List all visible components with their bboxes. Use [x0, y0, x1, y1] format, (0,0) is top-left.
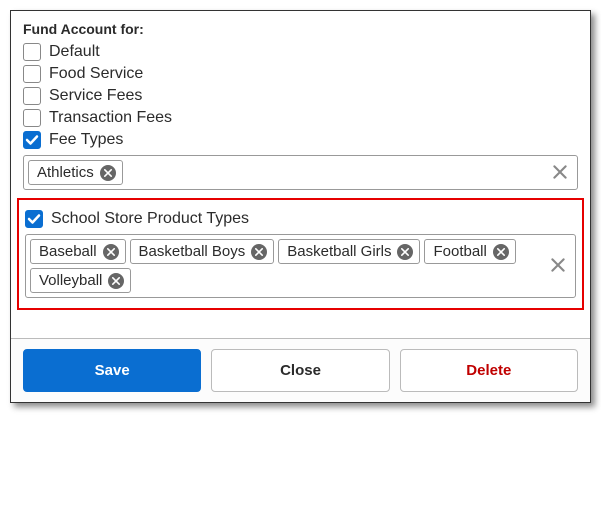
- clear-all-icon[interactable]: [549, 160, 571, 186]
- clear-all-icon[interactable]: [547, 253, 569, 279]
- check-row-service-fees: Service Fees: [23, 87, 578, 105]
- store-types-taginput[interactable]: Baseball Basketball Boys Basketball Girl…: [25, 234, 576, 298]
- tag: Basketball Boys: [130, 239, 275, 264]
- tag-remove-icon[interactable]: [251, 244, 267, 260]
- tag-remove-icon[interactable]: [108, 273, 124, 289]
- tag-label: Basketball Girls: [287, 243, 391, 260]
- tag-remove-icon[interactable]: [103, 244, 119, 260]
- save-button[interactable]: Save: [23, 349, 201, 392]
- checkbox-default-label: Default: [49, 43, 100, 61]
- checkbox-default[interactable]: [23, 43, 41, 61]
- check-row-transaction-fees: Transaction Fees: [23, 109, 578, 127]
- tag-remove-icon[interactable]: [100, 165, 116, 181]
- delete-button[interactable]: Delete: [400, 349, 578, 392]
- checkbox-fee-types-label: Fee Types: [49, 131, 123, 149]
- checkbox-transaction-fees-label: Transaction Fees: [49, 109, 172, 127]
- check-row-food-service: Food Service: [23, 65, 578, 83]
- tag-label: Athletics: [37, 164, 94, 181]
- check-row-default: Default: [23, 43, 578, 61]
- checkbox-fee-types[interactable]: [23, 131, 41, 149]
- tag: Athletics: [28, 160, 123, 185]
- section-header: Fund Account for:: [23, 21, 578, 37]
- tag: Baseball: [30, 239, 126, 264]
- tag-label: Volleyball: [39, 272, 102, 289]
- tag-label: Basketball Boys: [139, 243, 246, 260]
- checkbox-food-service[interactable]: [23, 65, 41, 83]
- checkbox-food-service-label: Food Service: [49, 65, 143, 83]
- tag: Volleyball: [30, 268, 131, 293]
- check-row-fee-types: Fee Types: [23, 131, 578, 149]
- checkbox-service-fees-label: Service Fees: [49, 87, 142, 105]
- button-bar: Save Close Delete: [11, 338, 590, 402]
- checkbox-store-types-label: School Store Product Types: [51, 210, 249, 228]
- close-button[interactable]: Close: [211, 349, 389, 392]
- fund-account-dialog: Fund Account for: Default Food Service S…: [10, 10, 591, 403]
- store-types-highlight: School Store Product Types Baseball Bask…: [17, 198, 584, 310]
- tag-label: Football: [433, 243, 486, 260]
- tag: Basketball Girls: [278, 239, 420, 264]
- fee-types-taginput[interactable]: Athletics: [23, 155, 578, 190]
- tag-label: Baseball: [39, 243, 97, 260]
- tag-remove-icon[interactable]: [493, 244, 509, 260]
- checkbox-store-types[interactable]: [25, 210, 43, 228]
- tag: Football: [424, 239, 515, 264]
- checkbox-service-fees[interactable]: [23, 87, 41, 105]
- tag-remove-icon[interactable]: [397, 244, 413, 260]
- check-row-store-types: School Store Product Types: [25, 210, 576, 228]
- checkbox-transaction-fees[interactable]: [23, 109, 41, 127]
